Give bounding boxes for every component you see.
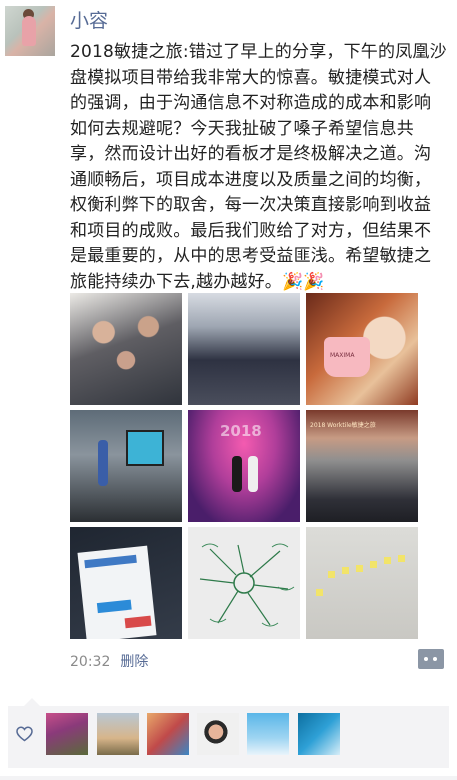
author-avatar[interactable] [5, 6, 55, 56]
sticky-note [328, 571, 335, 578]
sticky-note [398, 555, 405, 562]
liker-avatar[interactable] [147, 713, 189, 755]
person-figure-1 [232, 456, 242, 492]
likes-panel [8, 698, 449, 768]
liker-avatar[interactable] [298, 713, 340, 755]
delete-link[interactable]: 删除 [120, 654, 148, 670]
post-meta: 20:32 删除 [70, 651, 148, 671]
photo-5[interactable]: 2018 [188, 410, 300, 522]
sticky-note [384, 557, 391, 564]
hall-banner: 2018 Worktile敏捷之旅 [310, 422, 376, 429]
photo-2[interactable] [188, 293, 300, 405]
dot [424, 657, 428, 661]
dot [433, 657, 437, 661]
kanban-board [77, 545, 157, 639]
liker-avatar[interactable] [97, 713, 139, 755]
liker-avatar[interactable] [197, 713, 239, 755]
photo-8[interactable] [188, 527, 300, 639]
person-figure-2 [248, 456, 258, 492]
sticky-note [370, 561, 377, 568]
post-text: 2018敏捷之旅:错过了早上的分享，下午的凤凰沙盘模拟项目带给我非常大的惊喜。敏… [70, 42, 447, 292]
heart-icon [16, 726, 33, 742]
presentation-screen [126, 430, 164, 466]
sticky-note [342, 567, 349, 574]
photo-9[interactable] [306, 527, 418, 639]
photo-3[interactable]: MAXIMA [306, 293, 418, 405]
liker-avatar[interactable] [46, 713, 88, 755]
more-dots-icon[interactable] [418, 649, 444, 669]
author-name[interactable]: 小容 [70, 6, 108, 33]
board-card-red [124, 615, 152, 629]
mindmap-sketch [199, 543, 295, 627]
photo-6[interactable]: 2018 Worktile敏捷之旅 [306, 410, 418, 522]
liker-avatar[interactable] [247, 713, 289, 755]
post-time: 20:32 [70, 654, 111, 670]
board-header-stripe [84, 554, 137, 569]
cup-label: MAXIMA [330, 352, 355, 359]
bottom-divider [0, 776, 457, 780]
photo-grid: MAXIMA 2018 2018 Worktile敏捷之旅 [70, 293, 418, 639]
sticky-note [356, 565, 363, 572]
presenter-figure [98, 440, 108, 486]
sticky-note [316, 589, 323, 596]
photo-7[interactable] [70, 527, 182, 639]
photo-4[interactable] [70, 410, 182, 522]
board-card-blue [96, 599, 132, 614]
avatar-photo-body [22, 16, 36, 46]
stage-watermark: 2018 [220, 422, 262, 440]
photo-1[interactable] [70, 293, 182, 405]
